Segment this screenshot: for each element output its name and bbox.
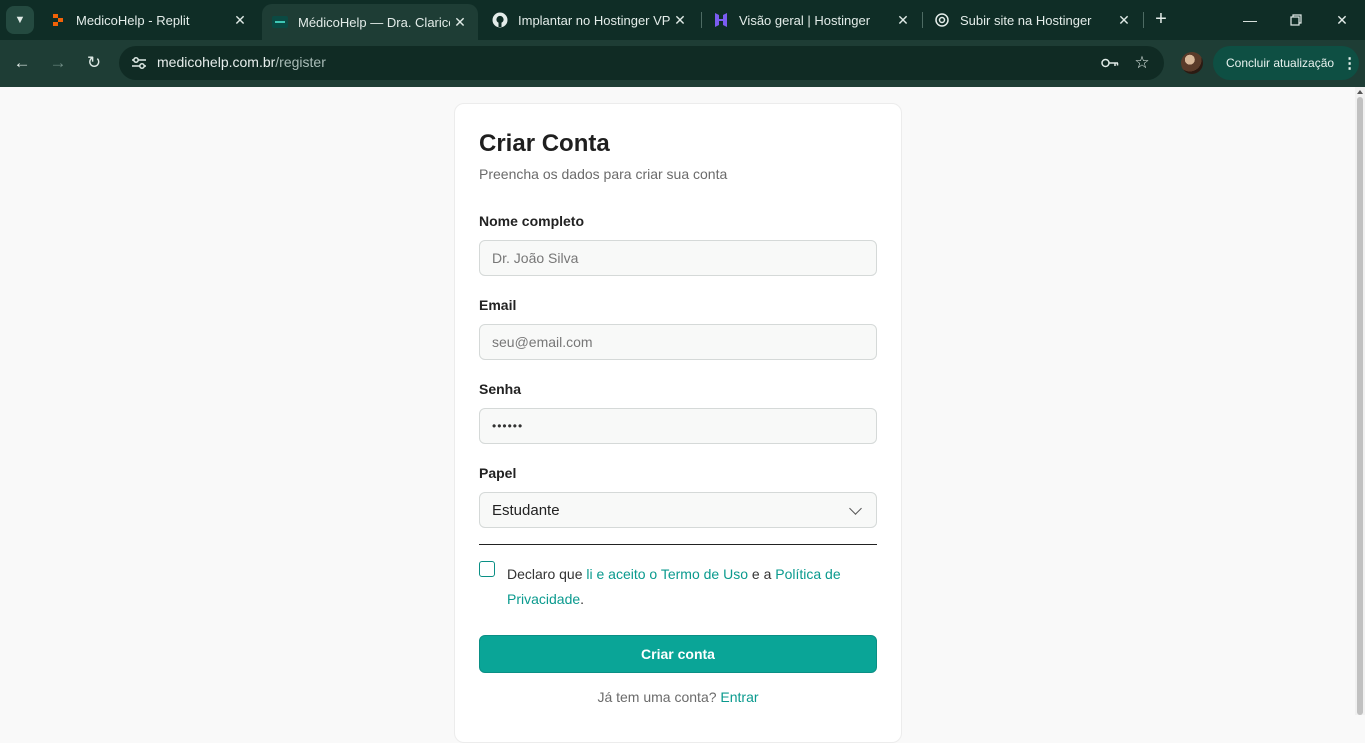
page-title: Criar Conta	[479, 130, 610, 157]
terms-middle: e a	[748, 566, 776, 582]
login-prompt-text: Já tem uma conta?	[597, 689, 721, 705]
password-label: Senha	[479, 381, 522, 397]
close-window-button[interactable]: ✕	[1330, 8, 1354, 32]
restore-icon	[1290, 14, 1302, 26]
replit-icon	[50, 12, 66, 28]
more-vert-icon: ⋮	[1342, 55, 1358, 72]
forward-button[interactable]: →	[45, 50, 71, 76]
tab-title: Visão geral | Hostinger	[739, 12, 871, 28]
close-icon[interactable]: ✕	[670, 10, 690, 30]
chevron-down-icon: ▼	[14, 14, 26, 26]
password-value: ••••••	[492, 419, 524, 433]
tab-search-button[interactable]: ▼	[6, 6, 34, 34]
password-input[interactable]: ••••••	[479, 408, 877, 444]
role-label: Papel	[479, 465, 517, 481]
url-text[interactable]: medicohelp.com.br/register	[157, 54, 326, 70]
terms-prefix: Declaro que	[507, 566, 587, 582]
tab-medicohelp[interactable]: MédicoHelp — Dra. Clarice ✕	[262, 4, 478, 40]
register-card: Criar Conta Preencha os dados para criar…	[454, 103, 902, 743]
login-prompt: Já tem uma conta? Entrar	[455, 689, 901, 705]
arrow-right-icon: →	[49, 53, 67, 72]
name-input[interactable]	[479, 240, 877, 276]
close-icon: ✕	[1336, 11, 1348, 28]
tab-title: Subir site na Hostinger	[960, 12, 1092, 28]
key-icon	[1101, 58, 1119, 68]
tab-hostinger-overview[interactable]: Visão geral | Hostinger ✕	[703, 4, 921, 36]
update-button[interactable]: Concluir atualização ⋮	[1213, 46, 1359, 80]
restore-button[interactable]	[1284, 8, 1308, 32]
reload-icon: ↻	[86, 53, 102, 72]
close-icon[interactable]: ✕	[1114, 10, 1134, 30]
tune-icon	[132, 57, 146, 69]
email-label: Email	[479, 297, 517, 313]
github-icon	[492, 12, 508, 28]
update-label: Concluir atualização	[1226, 56, 1335, 70]
back-button[interactable]: ←	[9, 50, 35, 76]
star-icon: ☆	[1134, 53, 1150, 72]
create-account-label: Criar conta	[641, 646, 715, 662]
tab-title: Implantar no Hostinger VPS	[518, 12, 670, 28]
arrow-left-icon: ←	[13, 53, 31, 72]
password-key-button[interactable]	[1099, 52, 1121, 74]
tab-separator	[701, 12, 702, 28]
terms-suffix: .	[580, 591, 585, 607]
new-tab-button[interactable]: +	[1150, 8, 1172, 30]
site-info-button[interactable]	[127, 51, 151, 75]
tab-subir-site[interactable]: Subir site na Hostinger ✕	[924, 4, 1142, 36]
url-host: medicohelp.com.br	[157, 54, 276, 70]
tab-title: MédicoHelp — Dra. Clarice	[298, 14, 450, 30]
page-subtitle: Preencha os dados para criar sua conta	[479, 166, 728, 182]
tab-github[interactable]: Implantar no Hostinger VPS ✕	[482, 4, 698, 36]
minimize-button[interactable]: —	[1238, 8, 1262, 32]
tab-separator	[922, 12, 923, 28]
tab-replit[interactable]: MedicoHelp - Replit ✕	[40, 4, 258, 36]
profile-avatar[interactable]	[1181, 52, 1203, 74]
login-link[interactable]: Entrar	[720, 689, 758, 705]
terms-text: Declaro que li e aceito o Termo de Uso e…	[507, 562, 879, 612]
bookmark-button[interactable]: ☆	[1131, 52, 1153, 74]
address-bar[interactable]: medicohelp.com.br/register ☆	[119, 46, 1164, 80]
create-account-button[interactable]: Criar conta	[479, 635, 877, 673]
scroll-up-arrow-icon[interactable]	[1357, 90, 1363, 94]
close-icon[interactable]: ✕	[450, 12, 470, 32]
name-label: Nome completo	[479, 213, 585, 229]
reload-button[interactable]: ↻	[81, 50, 107, 76]
close-icon[interactable]: ✕	[230, 10, 250, 30]
scrollbar-thumb[interactable]	[1357, 97, 1363, 715]
openai-icon	[934, 12, 950, 28]
hostinger-icon	[713, 12, 729, 28]
tab-separator	[1143, 12, 1144, 28]
tab-title: MedicoHelp - Replit	[76, 12, 190, 28]
role-select[interactable]: Estudante	[479, 492, 877, 528]
role-selected-value: Estudante	[492, 501, 560, 519]
email-input[interactable]	[479, 324, 877, 360]
terms-of-use-link[interactable]: li e aceito o Termo de Uso	[586, 566, 748, 582]
browser-toolbar: ← → ↻ medicohelp.com.br/register ☆ Concl…	[0, 40, 1365, 87]
medicohelp-icon	[272, 14, 288, 30]
minimize-icon: —	[1243, 12, 1257, 28]
browser-tab-bar: ▼ MedicoHelp - Replit ✕ MédicoHelp — Dra…	[0, 0, 1365, 40]
divider	[479, 544, 877, 545]
terms-checkbox[interactable]	[479, 561, 495, 577]
url-path: /register	[275, 54, 326, 70]
plus-icon: +	[1155, 8, 1167, 30]
chevron-down-icon	[849, 501, 862, 515]
close-icon[interactable]: ✕	[893, 10, 913, 30]
